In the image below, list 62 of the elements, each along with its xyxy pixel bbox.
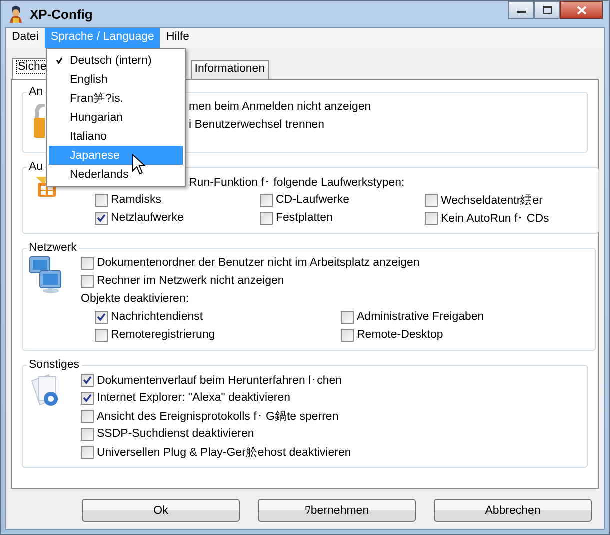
checkbox-label[interactable]: Administrative Freigaben: [357, 311, 484, 323]
group-title: An: [28, 86, 44, 98]
network-computers-icon: [29, 256, 63, 294]
checkbox[interactable]: [81, 274, 94, 288]
checkbox-label[interactable]: Dokumentenverlauf beim Herunterfahren l･chen: [97, 374, 342, 386]
menu-item[interactable]: Datei: [6, 28, 45, 48]
menu-option[interactable]: Fran笋?is.: [49, 89, 183, 108]
checkbox[interactable]: [81, 410, 94, 422]
checkbox-label[interactable]: Kein AutoRun f･ CDs: [441, 212, 550, 224]
dialog-button[interactable]: Ok: [82, 499, 240, 522]
checkbox-label[interactable]: Internet Explorer: "Alexa" deaktivieren: [97, 392, 291, 404]
maximize-button[interactable]: [534, 1, 560, 19]
checkbox[interactable]: [81, 428, 94, 440]
checkbox-label[interactable]: Wechseldatentr繧er: [441, 192, 543, 208]
checkbox[interactable]: [81, 374, 94, 386]
menu-item[interactable]: Hilfe: [160, 28, 196, 48]
checkbox[interactable]: [425, 212, 438, 224]
checkbox-label[interactable]: Remoteregistrierung: [111, 329, 216, 341]
checkbox-label[interactable]: CD-Laufwerke: [276, 194, 350, 206]
maximize-icon: [542, 6, 552, 14]
checkbox-label[interactable]: Rechner im Netzwerk nicht anzeigen: [97, 275, 284, 287]
menu-option[interactable]: Italiano: [49, 127, 183, 146]
close-icon: [576, 6, 586, 14]
figure-icon: [8, 5, 24, 23]
checkbox[interactable]: [81, 256, 94, 270]
checkbox[interactable]: [341, 310, 354, 324]
checkbox-label[interactable]: Nachrichtendienst: [111, 311, 204, 323]
checkbox[interactable]: [260, 194, 273, 206]
dialog-button[interactable]: ﾜbernehmen: [258, 499, 416, 522]
checkbox[interactable]: [81, 446, 94, 458]
checkbox[interactable]: [341, 328, 354, 342]
menu-option[interactable]: Nederlands: [49, 165, 183, 184]
checkbox-label[interactable]: Universellen Plug & Play-Ger舩ehost deaktivieren: [97, 444, 352, 460]
close-button[interactable]: [560, 1, 603, 19]
checkbox-label[interactable]: Remote-Desktop: [357, 329, 444, 341]
option-label: i Benutzerwechsel trennen: [189, 119, 325, 131]
tab[interactable]: Informationen: [190, 60, 270, 79]
checkbox[interactable]: [260, 212, 273, 224]
window-title: XP-Config: [30, 6, 93, 22]
option-label: men beim Anmelden nicht anzeigen: [189, 101, 372, 113]
cursor-icon: [132, 154, 146, 176]
checkbox-label[interactable]: Ansicht des Ereignisprotokolls f･ G鍋te sperren: [97, 408, 339, 424]
option-label: Run-Funktion f･ folgende Laufwerkstypen:: [189, 176, 405, 188]
checkbox-label[interactable]: Festplatten: [276, 212, 333, 224]
checkbox[interactable]: [81, 392, 94, 404]
section-caption: Objekte deaktivieren:: [81, 293, 190, 305]
checkbox-label[interactable]: Netzlaufwerke: [111, 212, 184, 224]
group-title: Netzwerk: [28, 242, 78, 254]
lock-icon: [34, 104, 44, 138]
checkbox-label[interactable]: Dokumentenordner der Benutzer nicht im Arbeitsplatz anzeigen: [97, 257, 420, 269]
group-title: Sonstiges: [28, 359, 81, 371]
group-title: Au: [28, 161, 44, 173]
minimize-button[interactable]: [508, 1, 534, 19]
menu-option[interactable]: Hungarian: [49, 108, 183, 127]
checkbox[interactable]: [425, 194, 438, 206]
checkbox[interactable]: [95, 194, 108, 206]
checkbox-label[interactable]: Ramdisks: [111, 194, 162, 206]
checkbox-label[interactable]: SSDP-Suchdienst deaktivieren: [97, 428, 254, 440]
checkbox[interactable]: [95, 310, 108, 324]
checkbox[interactable]: [95, 328, 108, 342]
checkbox[interactable]: [95, 212, 108, 224]
dialog-button[interactable]: Abbrechen: [434, 499, 592, 522]
